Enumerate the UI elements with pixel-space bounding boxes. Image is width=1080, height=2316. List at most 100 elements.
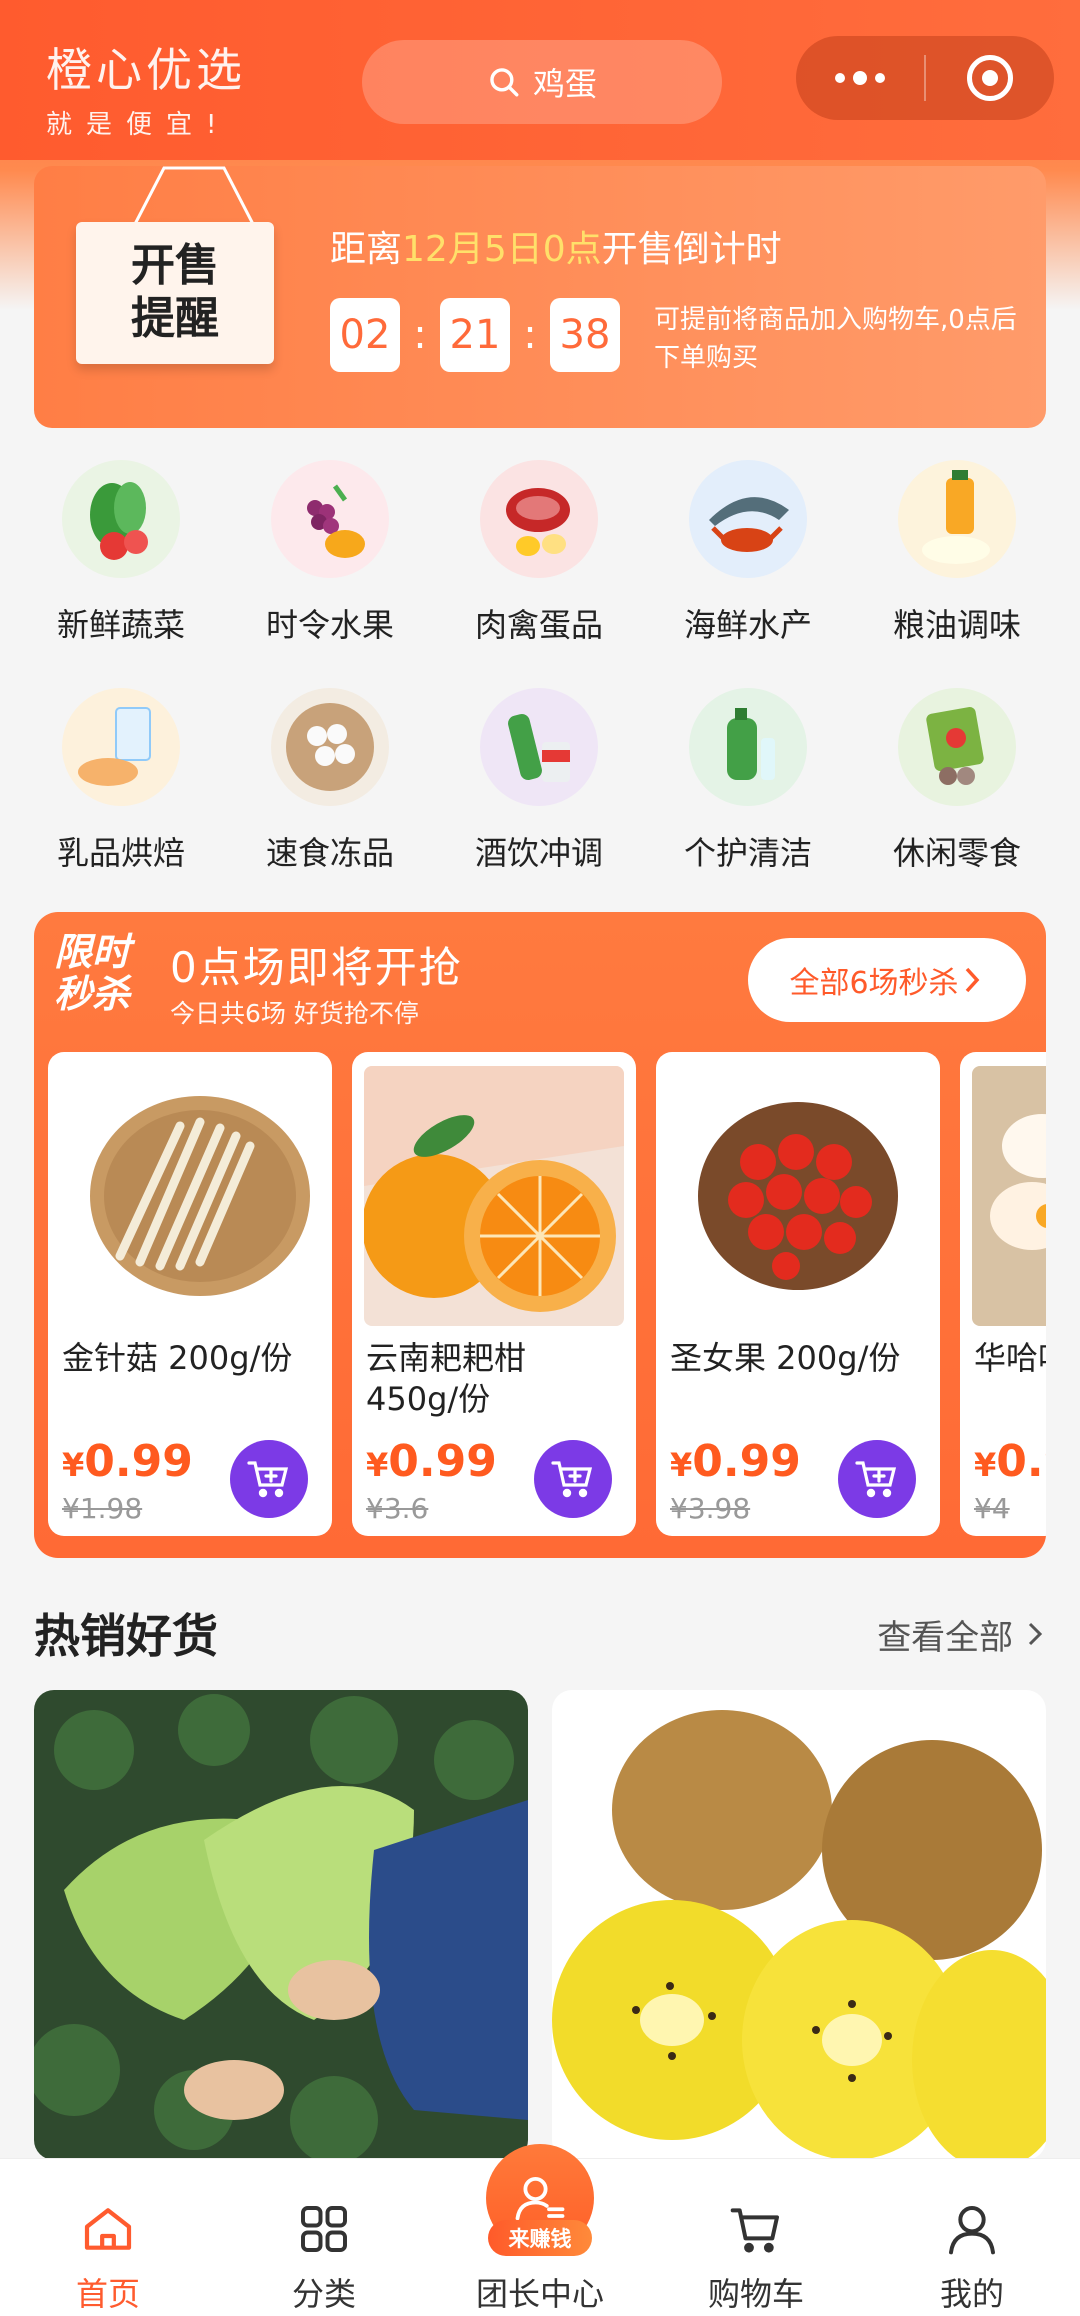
countdown-hours: 02: [330, 298, 400, 372]
all-flash-sales-label: 全部6场秒杀: [789, 966, 959, 1001]
original-price: ¥3.6: [366, 1492, 429, 1525]
product-name: 云南耙耙柑 450g/份: [366, 1339, 527, 1418]
product-name: 华哈哈 个/盒: [974, 1339, 1046, 1377]
flash-sale-badge: 限时 秒杀: [54, 931, 154, 1016]
currency-symbol: ¥: [366, 1446, 389, 1484]
tab-home[interactable]: 首页: [0, 2159, 216, 2316]
add-to-cart-button[interactable]: [230, 1440, 308, 1518]
product-price: ¥0.99: [366, 1436, 497, 1487]
tab-label: 团长中心: [475, 2275, 604, 2313]
meat-icon: [480, 460, 598, 578]
logo-slogan: 就是便宜!: [46, 110, 231, 140]
search-bar[interactable]: 鸡蛋: [362, 40, 722, 124]
close-button[interactable]: [926, 36, 1054, 120]
chevron-right-icon: [1028, 1622, 1043, 1646]
original-price: ¥4: [974, 1492, 1010, 1525]
category-meat-eggs[interactable]: 肉禽蛋品: [434, 460, 644, 646]
add-to-cart-button[interactable]: [838, 1440, 916, 1518]
tab-label: 首页: [75, 2275, 140, 2313]
countdown-note: 可提前将商品加入购物车,0点后下单购买: [654, 305, 1017, 373]
colon: :: [523, 312, 537, 358]
price-value: 0.99: [388, 1436, 497, 1487]
all-flash-sales-button[interactable]: 全部6场秒杀: [748, 938, 1026, 1022]
tab-category[interactable]: 分类: [216, 2159, 432, 2316]
vegetable-icon: [62, 460, 180, 578]
category-label: 新鲜蔬菜: [56, 606, 185, 644]
fruit-icon: [271, 460, 389, 578]
category-frozen-food[interactable]: 速食冻品: [225, 688, 435, 874]
search-text: 鸡蛋: [532, 65, 597, 103]
target-icon: [966, 55, 1013, 101]
tab-label: 分类: [291, 2275, 356, 2313]
personal-care-icon: [689, 688, 807, 806]
add-cart-icon: [551, 1461, 593, 1498]
flash-sale-section: 限时 秒杀 0点场即将开抢 今日共6场 好货抢不停 全部6场秒杀 金针菇 200…: [34, 912, 1046, 1558]
category-label: 粮油调味: [892, 606, 1021, 644]
dairy-icon: [62, 688, 180, 806]
category-label: 速食冻品: [265, 834, 394, 872]
countdown-title-suffix: 开售倒计时: [601, 229, 782, 270]
more-dots-icon: [835, 71, 885, 85]
logo: 橙心优选 就是便宜!: [46, 34, 246, 141]
price-value: 0.99: [84, 1436, 193, 1487]
user-icon: [949, 2206, 995, 2255]
product-card[interactable]: 金针菇 200g/份 ¥0.99 ¥1.98: [48, 1052, 332, 1536]
top-bar: 橙心优选 就是便宜! 鸡蛋: [0, 0, 1080, 160]
product-card[interactable]: 华哈哈 个/盒 ¥0.9 ¥4: [960, 1052, 1046, 1536]
hot-product-lettuce[interactable]: [34, 1690, 528, 2160]
seafood-icon: [689, 460, 807, 578]
view-all-link[interactable]: 查看全部: [877, 1610, 1046, 1659]
category-label: 酒饮冲调: [474, 834, 603, 872]
colon: :: [413, 312, 427, 358]
home-icon: [84, 2208, 132, 2250]
category-label: 肉禽蛋品: [474, 606, 603, 644]
category-grain-oil[interactable]: 粮油调味: [852, 460, 1062, 646]
category-fresh-vegetables[interactable]: 新鲜蔬菜: [16, 460, 226, 646]
product-price: ¥0.99: [62, 1436, 193, 1487]
badge-line2: 秒杀: [54, 971, 131, 1016]
category-label: 时令水果: [265, 606, 394, 644]
product-name: 金针菇 200g/份: [62, 1339, 293, 1377]
add-cart-icon: [247, 1461, 289, 1498]
category-dairy-bakery[interactable]: 乳品烘焙: [16, 688, 226, 874]
frozen-food-icon: [271, 688, 389, 806]
currency-symbol: ¥: [62, 1446, 85, 1484]
product-image-eggs: [972, 1066, 1046, 1326]
countdown-seconds: 38: [550, 298, 620, 372]
product-image-mandarin: [364, 1066, 624, 1326]
countdown-title: 距离12月5日0点开售倒计时: [330, 220, 782, 272]
original-price: ¥1.98: [62, 1492, 143, 1525]
reminder-sign: 开售 提醒: [76, 222, 274, 364]
tab-cart[interactable]: 购物车: [648, 2159, 864, 2316]
flash-sale-products: 金针菇 200g/份 ¥0.99 ¥1.98 云南耙耙柑 450g/份 ¥0.9…: [48, 1052, 1046, 1536]
category-seafood[interactable]: 海鲜水产: [643, 460, 853, 646]
drinks-icon: [480, 688, 598, 806]
countdown-banner[interactable]: 开售 提醒 距离12月5日0点开售倒计时 02 : 21 : 38 可提前将商品…: [34, 166, 1046, 428]
product-price: ¥0.9: [974, 1436, 1046, 1487]
category-personal-care[interactable]: 个护清洁: [643, 688, 853, 874]
add-to-cart-button[interactable]: [534, 1440, 612, 1518]
category-snacks[interactable]: 休闲零食: [852, 688, 1062, 874]
tab-label: 我的: [939, 2275, 1004, 2313]
product-card[interactable]: 圣女果 200g/份 ¥0.99 ¥3.98: [656, 1052, 940, 1536]
tab-mine[interactable]: 我的: [864, 2159, 1080, 2316]
currency-symbol: ¥: [974, 1446, 997, 1484]
countdown-date: 12月5日0点: [402, 229, 602, 270]
category-seasonal-fruit[interactable]: 时令水果: [225, 460, 435, 646]
more-button[interactable]: [796, 36, 924, 120]
countdown-timer: 02 : 21 : 38: [330, 298, 620, 372]
hot-product-kiwi[interactable]: [552, 1690, 1046, 2160]
category-drinks[interactable]: 酒饮冲调: [434, 688, 644, 874]
grid-icon: [301, 2206, 347, 2252]
product-image-cherry-tomato: [668, 1066, 928, 1326]
flash-sale-title: 0点场即将开抢: [170, 943, 463, 992]
product-image-enoki: [60, 1066, 320, 1326]
flash-sale-subtitle: 今日共6场 好货抢不停: [170, 999, 419, 1028]
cart-icon: [730, 2208, 779, 2253]
price-value: 0.9: [996, 1436, 1046, 1487]
countdown-title-prefix: 距离: [330, 229, 403, 270]
hot-goods-title: 热销好货: [34, 1609, 218, 1663]
grain-oil-icon: [898, 460, 1016, 578]
miniprogram-capsule: [796, 36, 1054, 120]
product-card[interactable]: 云南耙耙柑 450g/份 ¥0.99 ¥3.6: [352, 1052, 636, 1536]
